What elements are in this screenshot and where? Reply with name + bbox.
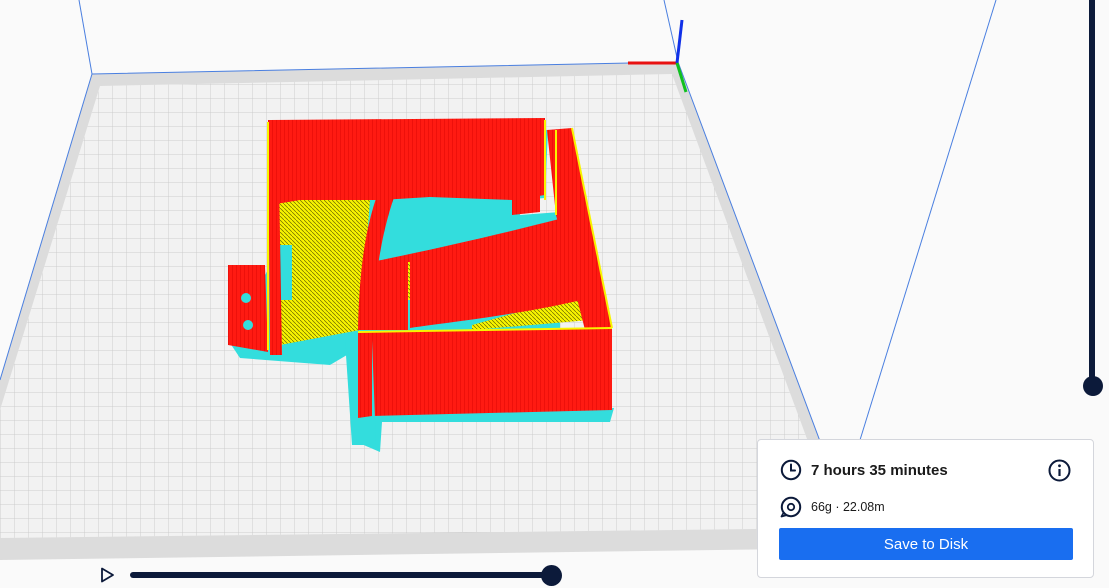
material-usage: 66g · 22.08m [811, 500, 885, 514]
print-info-panel: 7 hours 35 minutes 66g · 22.08m Save to … [757, 439, 1094, 578]
print-time-row: 7 hours 35 minutes [780, 459, 948, 481]
print-time: 7 hours 35 minutes [811, 461, 948, 479]
simulation-slider-track[interactable] [130, 572, 554, 578]
info-button[interactable] [1048, 459, 1071, 487]
info-icon [1048, 459, 1071, 482]
play-button[interactable] [97, 565, 117, 585]
layer-slider-handle[interactable] [1083, 376, 1103, 396]
play-icon [101, 567, 114, 583]
z-axis [675, 19, 684, 64]
build-volume-edge [859, 0, 997, 441]
build-volume-edge [663, 0, 679, 63]
build-volume-edge [78, 0, 93, 75]
layer-slider-track[interactable] [1089, 0, 1095, 390]
simulation-slider-handle[interactable] [541, 565, 562, 586]
filament-spool-icon [780, 496, 802, 518]
material-row: 66g · 22.08m [780, 496, 885, 518]
save-to-disk-button[interactable]: Save to Disk [779, 528, 1073, 560]
clock-icon [780, 459, 802, 481]
